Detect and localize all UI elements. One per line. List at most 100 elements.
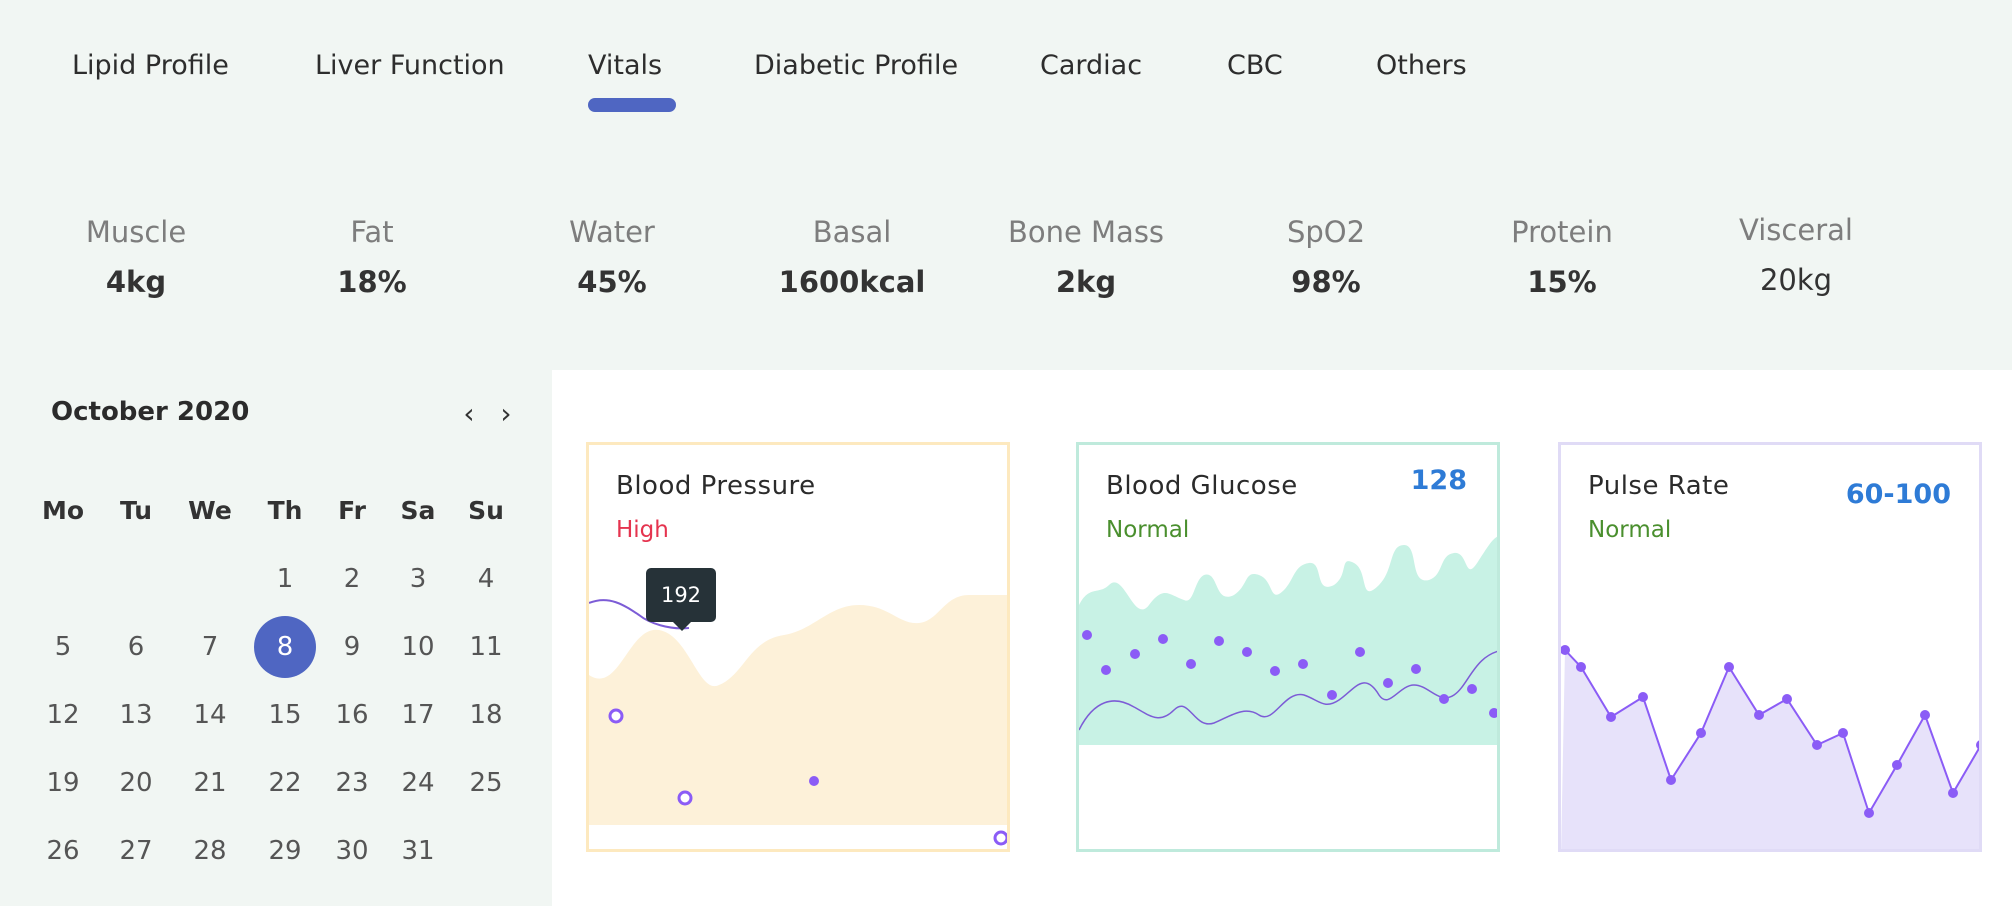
tab-diabetic-profile[interactable]: Diabetic Profile xyxy=(754,50,958,81)
data-point xyxy=(1439,694,1449,704)
data-point xyxy=(1976,740,1979,750)
calendar-day[interactable]: 10 xyxy=(388,617,448,677)
metric-protein: Protein 15% xyxy=(1462,215,1662,299)
calendar-day[interactable]: 20 xyxy=(106,753,166,813)
blood-pressure-card[interactable]: Blood Pressure High xyxy=(586,442,1010,852)
calendar-day[interactable]: 30 xyxy=(322,821,382,881)
calendar-day[interactable]: 25 xyxy=(456,753,516,813)
metric-label: Water xyxy=(569,215,655,249)
calendar-day[interactable]: 22 xyxy=(255,753,315,813)
weekday-label: Th xyxy=(267,496,303,525)
data-point xyxy=(1186,659,1196,669)
calendar-day[interactable]: 12 xyxy=(33,685,93,745)
metric-value: 15% xyxy=(1527,265,1597,299)
calendar-day[interactable]: 23 xyxy=(322,753,382,813)
metric-label: Fat xyxy=(350,215,394,249)
metric-label: SpO2 xyxy=(1286,215,1366,249)
calendar-day[interactable]: 24 xyxy=(388,753,448,813)
calendar-day[interactable]: 18 xyxy=(456,685,516,745)
tab-cbc[interactable]: CBC xyxy=(1227,50,1283,81)
pulse-rate-area xyxy=(1561,650,1979,849)
chevron-left-icon[interactable]: ‹ xyxy=(456,397,482,430)
calendar-day[interactable]: 31 xyxy=(388,821,448,881)
calendar-day[interactable]: 2 xyxy=(322,549,382,609)
calendar-day[interactable]: 1 xyxy=(255,549,315,609)
blood-pressure-area xyxy=(589,595,1007,825)
tab-cardiac[interactable]: Cardiac xyxy=(1040,50,1142,81)
metric-value: 98% xyxy=(1291,265,1361,299)
data-point xyxy=(1782,694,1792,704)
data-point xyxy=(809,776,819,786)
metric-basal: Basal 1600kcal xyxy=(752,215,952,299)
card-status: Normal xyxy=(1588,517,1672,543)
calendar-day[interactable]: 7 xyxy=(180,617,240,677)
data-point xyxy=(1606,712,1616,722)
data-point xyxy=(1158,634,1168,644)
calendar-day-selected[interactable]: 8 xyxy=(254,616,316,678)
calendar-day[interactable]: 11 xyxy=(456,617,516,677)
card-status: Normal xyxy=(1106,517,1190,543)
data-point xyxy=(1724,662,1734,672)
metric-muscle: Muscle 4kg xyxy=(36,215,236,299)
data-point xyxy=(1411,664,1421,674)
calendar-day[interactable]: 6 xyxy=(106,617,166,677)
calendar-day[interactable]: 29 xyxy=(255,821,315,881)
tab-vitals[interactable]: Vitals xyxy=(588,50,662,81)
weekday-label: Tu xyxy=(119,496,153,525)
metric-value: 1600kcal xyxy=(778,265,926,299)
chevron-right-icon[interactable]: › xyxy=(493,397,519,430)
data-point xyxy=(1467,684,1477,694)
metric-value: 18% xyxy=(337,265,407,299)
metric-fat: Fat 18% xyxy=(272,215,472,299)
tab-others[interactable]: Others xyxy=(1376,50,1467,81)
data-point xyxy=(1812,740,1822,750)
tab-liver-function[interactable]: Liver Function xyxy=(315,50,505,81)
weekday-label: Sa xyxy=(400,496,436,525)
metric-value: 45% xyxy=(577,265,647,299)
data-point xyxy=(1666,775,1676,785)
data-point xyxy=(1920,710,1930,720)
chart-tooltip: 192 xyxy=(646,568,716,631)
metric-label: Muscle xyxy=(85,215,187,249)
data-point xyxy=(1130,649,1140,659)
blood-glucose-card[interactable]: Blood Glucose Normal 128 xyxy=(1076,442,1500,852)
calendar-day[interactable]: 13 xyxy=(106,685,166,745)
data-point xyxy=(1327,690,1337,700)
calendar-day[interactable]: 14 xyxy=(180,685,240,745)
calendar-day[interactable]: 15 xyxy=(255,685,315,745)
calendar-day[interactable]: 3 xyxy=(388,549,448,609)
data-point xyxy=(1576,662,1586,672)
tab-bar: Lipid Profile Liver Function Vitals Diab… xyxy=(0,0,1500,120)
metric-value: 20kg xyxy=(1759,263,1833,297)
calendar-day[interactable]: 9 xyxy=(322,617,382,677)
data-point xyxy=(1270,666,1280,676)
card-value: 60-100 xyxy=(1845,479,1951,510)
data-point xyxy=(1101,665,1111,675)
calendar-day[interactable]: 16 xyxy=(322,685,382,745)
calendar-day[interactable]: 26 xyxy=(33,821,93,881)
data-point xyxy=(1214,636,1224,646)
card-title: Blood Glucose xyxy=(1106,471,1298,501)
pulse-rate-card[interactable]: Pulse Rate Normal 60-100 xyxy=(1558,442,1982,852)
card-value: 128 xyxy=(1410,465,1467,496)
calendar-day[interactable]: 17 xyxy=(388,685,448,745)
data-point xyxy=(1948,788,1958,798)
metric-spo2: SpO2 98% xyxy=(1226,215,1426,299)
tab-lipid-profile[interactable]: Lipid Profile xyxy=(72,50,229,81)
metric-label: Visceral xyxy=(1739,213,1853,247)
calendar-day[interactable]: 28 xyxy=(180,821,240,881)
data-point xyxy=(677,790,693,806)
calendar-day[interactable]: 4 xyxy=(456,549,516,609)
data-point xyxy=(1355,647,1365,657)
calendar-day[interactable]: 19 xyxy=(33,753,93,813)
blood-glucose-area xyxy=(1079,536,1497,745)
data-point xyxy=(1082,630,1092,640)
calendar-day[interactable]: 27 xyxy=(106,821,166,881)
blood-pressure-chart xyxy=(589,595,1007,846)
card-title: Blood Pressure xyxy=(616,471,816,501)
blood-glucose-chart xyxy=(1079,536,1497,745)
calendar-day[interactable]: 5 xyxy=(33,617,93,677)
metric-value: 4kg xyxy=(105,265,167,299)
calendar-day[interactable]: 21 xyxy=(180,753,240,813)
data-point xyxy=(1696,728,1706,738)
